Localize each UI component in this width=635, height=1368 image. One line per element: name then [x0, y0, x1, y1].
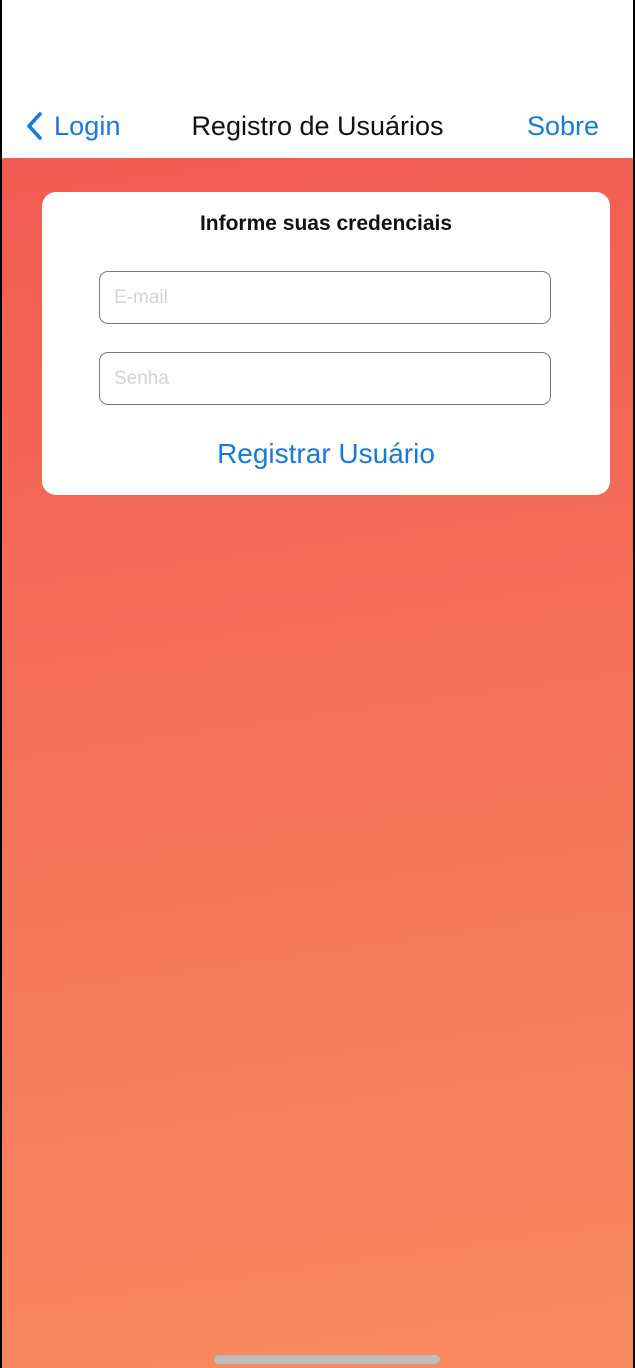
card-title: Informe suas credenciais [199, 212, 453, 235]
credentials-card: Informe suas credenciais Registrar Usuár… [42, 192, 610, 495]
register-user-button[interactable]: Registrar Usuário [42, 437, 610, 471]
status-bar-area [2, 0, 633, 98]
chevron-left-icon [27, 112, 42, 140]
email-field[interactable] [99, 271, 551, 324]
content-background: Informe suas credenciais Registrar Usuár… [2, 158, 633, 1368]
home-indicator[interactable] [214, 1355, 440, 1364]
app-screen: ngs Login Registro de Usuários Sobre Inf… [0, 0, 635, 1368]
password-field[interactable] [99, 352, 551, 405]
back-button-label: Login [54, 110, 121, 141]
about-button[interactable]: Sobre [527, 104, 599, 148]
navigation-bar: Login Registro de Usuários Sobre [2, 98, 633, 158]
back-button[interactable]: Login [24, 104, 121, 148]
